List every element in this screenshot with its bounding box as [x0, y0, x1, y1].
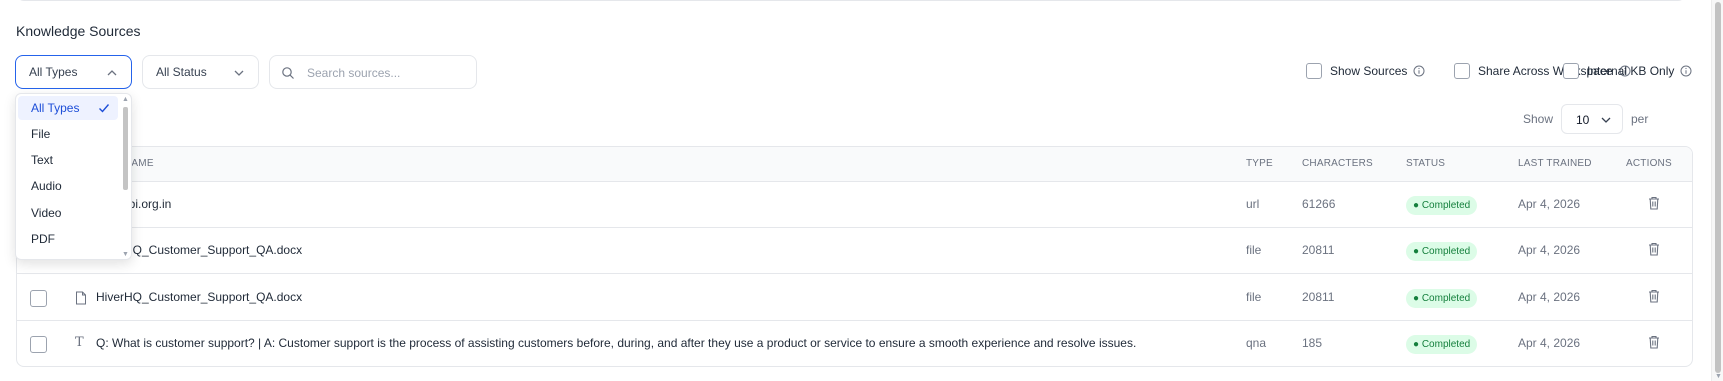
text-icon: T — [75, 335, 84, 350]
type-dropdown-menu: All Types File Text Audio Video PDF ▲ ▼ — [15, 93, 132, 260]
trash-icon[interactable] — [1647, 288, 1661, 304]
status-text: Completed — [1421, 200, 1471, 211]
source-characters: 20811 — [1302, 243, 1335, 257]
type-option-label: PDF — [31, 232, 55, 246]
header-last-trained: LAST TRAINED — [1518, 158, 1592, 169]
table-row[interactable]: T Q: What is customer support? | A: Cust… — [17, 321, 1692, 366]
source-name: Q: What is customer support? | A: Custom… — [96, 336, 1137, 350]
type-option-audio[interactable]: Audio — [18, 174, 118, 198]
chevron-down-icon — [234, 70, 244, 76]
type-option-video[interactable]: Video — [18, 201, 118, 225]
type-option-all[interactable]: All Types — [18, 96, 118, 120]
search-box — [269, 55, 477, 89]
show-sources-toggle[interactable]: Show Sources — [1306, 63, 1425, 79]
status-filter-select[interactable]: All Status — [142, 55, 259, 89]
source-name: HiverHQ_Customer_Support_QA.docx — [96, 290, 303, 304]
page-scroll-thumb[interactable] — [1715, 2, 1721, 373]
internal-kb-toggle[interactable]: Internal KB Only — [1563, 63, 1692, 79]
show-sources-label: Show Sources — [1330, 64, 1408, 78]
table-row[interactable]: www.rbi.org.in url 61266 ● Completed Apr… — [17, 182, 1692, 228]
status-badge: ● Completed — [1406, 289, 1478, 308]
header-type: TYPE — [1246, 158, 1273, 169]
type-option-text[interactable]: Text — [18, 148, 118, 172]
table-row[interactable]: HiverHQ_Customer_Support_QA.docx file 20… — [17, 228, 1692, 274]
scroll-down-arrow-icon[interactable]: ▼ — [122, 251, 129, 259]
type-option-pdf[interactable]: PDF — [18, 227, 118, 251]
internal-kb-checkbox[interactable] — [1563, 63, 1579, 79]
page-size-select[interactable]: 10 — [1561, 104, 1623, 134]
trash-icon[interactable] — [1647, 241, 1661, 257]
status-text: Completed — [1421, 293, 1471, 304]
last-trained-date: Apr 4, 2026 — [1518, 290, 1581, 304]
source-characters: 20811 — [1302, 290, 1335, 304]
source-characters: 61266 — [1302, 197, 1336, 211]
trash-icon[interactable] — [1647, 195, 1661, 211]
source-type: file — [1246, 243, 1262, 257]
share-workspace-checkbox[interactable] — [1454, 63, 1470, 79]
last-trained-date: Apr 4, 2026 — [1518, 336, 1581, 350]
header-characters: CHARACTERS — [1302, 158, 1373, 169]
top-card-edge — [16, 0, 1686, 1]
status-badge: ● Completed — [1406, 242, 1478, 261]
search-icon — [282, 67, 294, 79]
status-filter-label: All Status — [156, 65, 207, 79]
type-option-label: Text — [31, 153, 54, 167]
type-filter-label: All Types — [29, 65, 78, 79]
last-trained-date: Apr 4, 2026 — [1518, 197, 1581, 211]
header-status: STATUS — [1406, 158, 1446, 169]
status-badge: ● Completed — [1406, 335, 1478, 354]
type-option-label: Video — [31, 206, 62, 220]
type-option-label: Audio — [31, 179, 62, 193]
checkmark-icon — [99, 104, 110, 113]
dropdown-scrollbar[interactable]: ▲ ▼ — [122, 96, 129, 259]
last-trained-date: Apr 4, 2026 — [1518, 243, 1581, 257]
status-badge: ● Completed — [1406, 196, 1478, 215]
file-icon — [76, 291, 86, 305]
show-sources-checkbox[interactable] — [1306, 63, 1322, 79]
source-type: url — [1246, 197, 1260, 211]
chevron-up-icon — [107, 70, 117, 76]
search-input[interactable] — [307, 64, 467, 82]
table-header: NAME TYPE CHARACTERS STATUS LAST TRAINED… — [17, 147, 1692, 182]
source-characters: 185 — [1302, 336, 1323, 350]
internal-kb-label: Internal KB Only — [1587, 64, 1675, 78]
page-size-value: 10 — [1576, 113, 1590, 127]
dropdown-scroll-thumb[interactable] — [123, 107, 128, 190]
status-text: Completed — [1421, 339, 1471, 350]
scroll-down-arrow-icon[interactable]: ▼ — [1715, 373, 1722, 381]
source-type: file — [1246, 290, 1262, 304]
type-option-file[interactable]: File — [18, 122, 118, 146]
scroll-up-arrow-icon[interactable]: ▲ — [122, 96, 129, 104]
sources-table: NAME TYPE CHARACTERS STATUS LAST TRAINED… — [16, 146, 1693, 367]
chevron-down-icon — [1601, 117, 1611, 123]
row-checkbox[interactable] — [30, 336, 47, 353]
page-title: Knowledge Sources — [16, 23, 141, 39]
source-type: qna — [1246, 336, 1267, 350]
trash-icon[interactable] — [1647, 334, 1661, 350]
status-text: Completed — [1421, 246, 1471, 257]
info-icon — [1680, 65, 1692, 77]
header-actions: ACTIONS — [1626, 158, 1672, 169]
type-filter-select[interactable]: All Types — [15, 55, 132, 89]
type-option-label: All Types — [31, 101, 80, 115]
row-checkbox[interactable] — [30, 290, 47, 307]
type-option-label: File — [31, 127, 51, 141]
info-icon — [1413, 65, 1425, 77]
page-scrollbar[interactable]: ▼ — [1711, 0, 1723, 381]
show-label: Show — [1523, 112, 1554, 126]
table-row[interactable]: HiverHQ_Customer_Support_QA.docx file 20… — [17, 275, 1692, 321]
